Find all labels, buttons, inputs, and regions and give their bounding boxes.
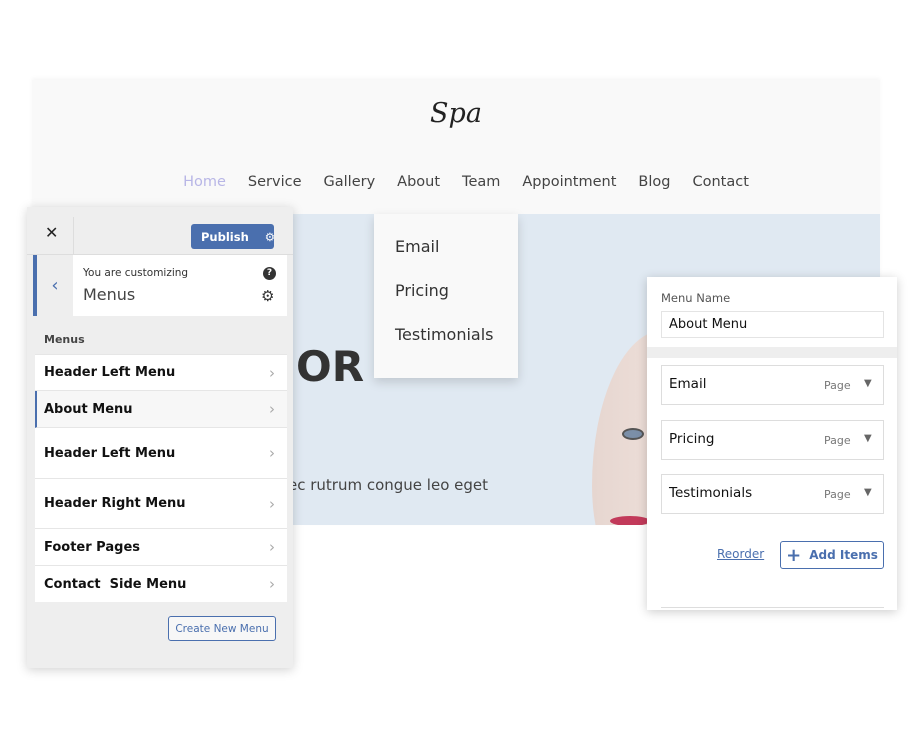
entry-title: Testimonials [669,485,753,501]
customizing-header: ‹ You are customizing Menus ? ⚙ [33,255,287,316]
menu-item-label: Footer Pages [44,539,140,555]
caret-down-icon[interactable]: ▼ [864,433,872,444]
gear-icon[interactable]: ⚙ [261,287,274,305]
gear-icon[interactable]: ⚙ [265,230,275,244]
menu-item-header-right[interactable]: Header Right Menu › [35,479,287,529]
menu-entry-pricing[interactable]: Pricing Page ▼ [661,420,884,460]
divider [647,347,897,358]
add-items-label: Add Items [809,548,878,562]
chevron-right-icon: › [269,444,275,462]
entry-title: Email [669,376,707,392]
add-items-button[interactable]: + Add Items [780,541,884,569]
chevron-right-icon: › [269,538,275,556]
publish-button[interactable]: Publish ⚙ [191,224,275,249]
section-label: Menus [44,333,85,346]
dropdown-item-email[interactable]: Email [395,237,439,256]
menu-item-header-left[interactable]: Header Left Menu › [35,354,287,391]
nav-service[interactable]: Service [248,174,302,190]
hero-title: OR [296,342,365,391]
menu-name-label: Menu Name [661,291,731,305]
customizing-title: Menus [83,285,136,304]
menu-item-header-left-2[interactable]: Header Left Menu › [35,428,287,479]
menu-item-label: About Menu [44,401,133,417]
about-dropdown: Email Pricing Testimonials [374,214,518,378]
entry-title: Pricing [669,431,715,447]
customizing-label: You are customizing [83,267,189,279]
customizer-panel: ✕ Publish ⚙ ‹ You are customizing Menus ?… [27,207,293,668]
menu-item-label: Header Left Menu [44,445,176,461]
dropdown-item-pricing[interactable]: Pricing [395,281,449,300]
menu-item-label: Header Left Menu [44,365,176,380]
menu-name-input[interactable]: About Menu [661,311,884,338]
menu-item-about[interactable]: About Menu › [35,391,287,428]
hero-text: ec rutrum congue leo eget [288,476,489,494]
caret-down-icon[interactable]: ▼ [864,378,872,389]
menu-item-label: Contact Side Menu [44,576,187,592]
nav-about[interactable]: About [397,174,440,190]
nav-team[interactable]: Team [462,174,500,190]
menu-item-footer-pages[interactable]: Footer Pages › [35,529,287,566]
caret-down-icon[interactable]: ▼ [864,487,872,498]
entry-type: Page [824,379,851,392]
chevron-right-icon: › [269,575,275,593]
site-nav: Home Service Gallery About Team Appointm… [32,174,880,190]
nav-appointment[interactable]: Appointment [522,174,616,190]
plus-icon: + [786,544,802,566]
nav-home[interactable]: Home [183,174,226,190]
entry-type: Page [824,488,851,501]
hero-image-lips [610,516,650,525]
menu-item-contact-side[interactable]: Contact Side Menu › [35,566,287,602]
chevron-right-icon: › [269,494,275,513]
divider [661,607,884,608]
chevron-right-icon: › [269,400,275,418]
create-new-menu-button[interactable]: Create New Menu [168,616,276,641]
dropdown-item-testimonials[interactable]: Testimonials [395,325,494,344]
site-logo[interactable]: Spa [32,98,880,129]
back-chevron-icon[interactable]: ‹ [37,255,73,316]
help-icon[interactable]: ? [263,267,276,280]
chevron-right-icon: › [269,363,275,382]
entry-type: Page [824,434,851,447]
nav-blog[interactable]: Blog [638,174,670,190]
menu-entry-testimonials[interactable]: Testimonials Page ▼ [661,474,884,514]
menu-editor-panel: Menu Name About Menu Email Page ▼ Pricing P… [647,277,897,610]
nav-gallery[interactable]: Gallery [324,174,376,190]
hero-image-eye [622,428,644,440]
menu-item-label: Header Right Menu [44,496,186,511]
publish-label: Publish [201,229,249,244]
close-icon[interactable]: ✕ [45,223,58,242]
menu-entry-email[interactable]: Email Page ▼ [661,365,884,405]
divider [73,217,74,255]
nav-contact[interactable]: Contact [692,174,748,190]
reorder-link[interactable]: Reorder [717,547,764,561]
